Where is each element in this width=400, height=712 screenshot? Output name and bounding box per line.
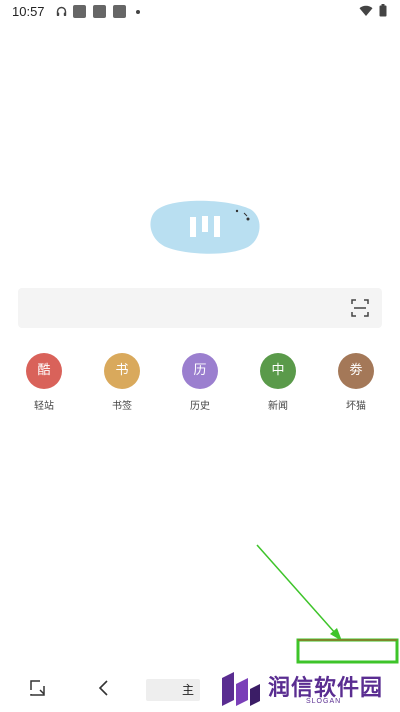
notification-square-icon (113, 5, 126, 18)
browser-home-screen: 10:57 酷 轻站 书 书签 历 历史 中 新闻 劵 坏猫 主 润信软件园 S… (0, 0, 400, 712)
notification-square-icon (93, 5, 106, 18)
quick-link-bad-cat[interactable]: 劵 坏猫 (326, 353, 386, 412)
watermark-icon (222, 672, 260, 706)
quick-link-icon: 中 (260, 353, 296, 389)
quick-link-label: 新闻 (268, 401, 288, 412)
quick-link-news[interactable]: 中 新闻 (248, 353, 308, 412)
dot-icon (136, 10, 140, 14)
quick-link-history[interactable]: 历 历史 (170, 353, 230, 412)
screenshot-icon[interactable] (28, 678, 48, 698)
quick-link-label: 历史 (190, 401, 210, 412)
quick-link-label: 坏猫 (346, 401, 366, 412)
headphones-icon (56, 6, 67, 16)
quick-link-label: 书签 (112, 401, 132, 412)
quick-link-icon: 劵 (338, 353, 374, 389)
home-button[interactable]: 主 (146, 679, 200, 701)
watermark-logo: 润信软件园 SLOGAN (216, 668, 400, 712)
status-time: 10:57 (12, 4, 45, 19)
scan-icon[interactable] (350, 298, 370, 318)
app-logo (150, 200, 260, 254)
notification-square-icon (73, 5, 86, 18)
battery-icon (379, 4, 387, 17)
status-bar: 10:57 (0, 0, 400, 24)
quick-link-icon: 历 (182, 353, 218, 389)
quick-link-icon: 书 (104, 353, 140, 389)
wifi-icon (359, 5, 373, 17)
back-icon[interactable] (94, 678, 114, 698)
watermark-slogan: SLOGAN (306, 698, 342, 705)
quick-link-label: 轻站 (34, 401, 54, 412)
quick-link-icon: 酷 (26, 353, 62, 389)
search-input[interactable] (18, 288, 382, 328)
quick-link-light-site[interactable]: 酷 轻站 (14, 353, 74, 412)
quick-link-bookmarks[interactable]: 书 书签 (92, 353, 152, 412)
